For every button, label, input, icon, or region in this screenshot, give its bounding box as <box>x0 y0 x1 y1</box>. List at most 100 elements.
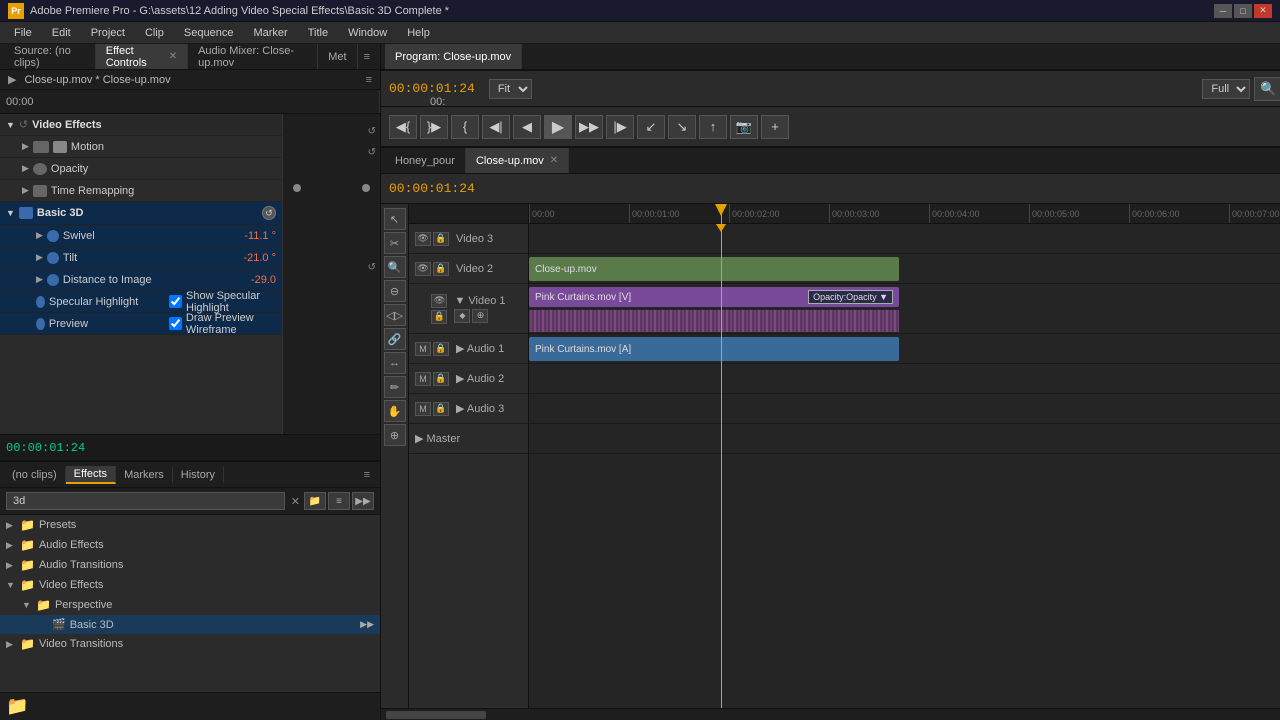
tab-metadata[interactable]: Met <box>318 44 357 69</box>
menu-clip[interactable]: Clip <box>135 25 174 41</box>
search-clear-button[interactable]: ✕ <box>291 495 300 508</box>
tab-history[interactable]: History <box>173 467 224 483</box>
tab-no-clips[interactable]: (no clips) <box>4 467 66 483</box>
clip-closeup-video[interactable]: Close-up.mov <box>529 257 899 281</box>
close-button[interactable]: ✕ <box>1254 4 1272 18</box>
tool-zoom-out[interactable]: ⊖ <box>384 280 406 302</box>
search-input[interactable] <box>6 492 285 510</box>
draw-preview-checkbox[interactable] <box>169 317 182 330</box>
camera-button[interactable]: 📷 <box>730 115 758 139</box>
video-effects-section[interactable]: ▼ ↺ Video Effects <box>0 114 282 136</box>
tree-item-basic3d[interactable]: 🎬 Basic 3D ▶▶ <box>0 615 380 634</box>
tool-pen[interactable]: ✏ <box>384 376 406 398</box>
motion-row[interactable]: ▶ Motion <box>0 136 282 158</box>
add-marker-button[interactable]: + <box>761 115 789 139</box>
set-in-button[interactable]: { <box>451 115 479 139</box>
menu-marker[interactable]: Marker <box>243 25 297 41</box>
clip-header-menu[interactable]: ≡ <box>366 74 372 86</box>
zoom-icon[interactable]: 🔍 <box>1254 77 1280 101</box>
tool-expand[interactable]: ⊕ <box>384 424 406 446</box>
v3-lock-btn[interactable]: 🔒 <box>433 232 449 246</box>
tree-item-video-effects[interactable]: ▼ 📁 Video Effects <box>0 575 380 595</box>
new-folder-icon[interactable]: 📁 <box>6 696 28 717</box>
tab-effect-controls[interactable]: Effect Controls ✕ <box>96 44 188 69</box>
ve-reset-btn[interactable]: ↺ <box>368 126 376 137</box>
basic3d-kf-reset[interactable]: ↺ <box>368 262 376 273</box>
go-to-out-button[interactable]: |▶ <box>606 115 634 139</box>
mark-in-button[interactable]: ◀{ <box>389 115 417 139</box>
lift-button[interactable]: ↑ <box>699 115 727 139</box>
tool-hand[interactable]: ✋ <box>384 400 406 422</box>
menu-file[interactable]: File <box>4 25 42 41</box>
distance-row[interactable]: ▶ Distance to Image -29.0 <box>0 269 282 291</box>
tool-ripple[interactable]: ◁▷ <box>384 304 406 326</box>
tab-closeup[interactable]: Close-up.mov ✕ <box>466 148 569 173</box>
tab-effects[interactable]: Effects <box>66 466 116 484</box>
timeline-scrollbar-thumb[interactable] <box>386 711 486 719</box>
a2-mute-btn[interactable]: M <box>415 372 431 386</box>
quality-dropdown[interactable]: Full <box>1202 79 1250 99</box>
a3-mute-btn[interactable]: M <box>415 402 431 416</box>
tab-source[interactable]: Source: (no clips) <box>4 44 96 69</box>
minimize-button[interactable]: ─ <box>1214 4 1232 18</box>
v3-eye-btn[interactable]: 👁 <box>415 232 431 246</box>
maximize-button[interactable]: □ <box>1234 4 1252 18</box>
v1-extra-btn[interactable]: ⊕ <box>472 309 488 323</box>
a2-lock-btn[interactable]: 🔒 <box>433 372 449 386</box>
v2-lock-btn[interactable]: 🔒 <box>433 262 449 276</box>
tab-program[interactable]: Program: Close-up.mov <box>385 44 522 69</box>
menu-window[interactable]: Window <box>338 25 397 41</box>
tab-markers-browser[interactable]: Markers <box>116 467 173 483</box>
clip-pink-curtains-video[interactable]: Pink Curtains.mov [V] Opacity:Opacity ▼ <box>529 287 899 307</box>
tool-slip[interactable]: ↔ <box>384 352 406 374</box>
menu-help[interactable]: Help <box>397 25 440 41</box>
tree-item-video-transitions[interactable]: ▶ 📁 Video Transitions <box>0 634 380 654</box>
v2-eye-btn[interactable]: 👁 <box>415 262 431 276</box>
tool-selection[interactable]: ↖ <box>384 208 406 230</box>
menu-sequence[interactable]: Sequence <box>174 25 244 41</box>
tilt-row[interactable]: ▶ Tilt -21.0 ° <box>0 247 282 269</box>
tree-item-audio-transitions[interactable]: ▶ 📁 Audio Transitions <box>0 555 380 575</box>
v1-eye-btn[interactable]: 👁 <box>431 294 447 308</box>
time-remapping-row[interactable]: ▶ Time Remapping <box>0 180 282 202</box>
insert-button[interactable]: ↙ <box>637 115 665 139</box>
tool-razor[interactable]: ✂ <box>384 232 406 254</box>
step-forward-button[interactable]: ▶▶ <box>575 115 603 139</box>
tracks-content[interactable]: 00:00 00:00:01:00 00:00:02:00 00:00:03:0… <box>529 204 1280 708</box>
go-to-in-button[interactable]: ◀| <box>482 115 510 139</box>
tree-item-audio-effects[interactable]: ▶ 📁 Audio Effects <box>0 535 380 555</box>
show-specular-checkbox[interactable] <box>169 295 182 308</box>
step-back-button[interactable]: ◀ <box>513 115 541 139</box>
effects-panel-menu[interactable]: ≡ <box>358 467 376 483</box>
menu-project[interactable]: Project <box>81 25 135 41</box>
tree-item-perspective[interactable]: ▼ 📁 Perspective <box>0 595 380 615</box>
menu-title[interactable]: Title <box>298 25 338 41</box>
v1-keyframe-btn[interactable]: ◆ <box>454 309 470 323</box>
view-list-button[interactable]: ≡ <box>328 492 350 510</box>
mark-out-button[interactable]: }▶ <box>420 115 448 139</box>
basic3d-reset[interactable]: ↺ <box>262 206 276 220</box>
a1-mute-btn[interactable]: M <box>415 342 431 356</box>
clip-pink-curtains-audio[interactable]: Pink Curtains.mov [A] <box>529 337 899 361</box>
panel-menu-button[interactable]: ≡ <box>358 49 376 65</box>
opacity-reset-btn[interactable]: ↺ <box>368 147 376 158</box>
tab-effect-controls-close[interactable]: ✕ <box>169 51 177 62</box>
tree-item-presets[interactable]: ▶ 📁 Presets <box>0 515 380 535</box>
tab-audio-mixer[interactable]: Audio Mixer: Close-up.mov <box>188 44 318 69</box>
opacity-badge[interactable]: Opacity:Opacity ▼ <box>808 290 893 304</box>
menu-edit[interactable]: Edit <box>42 25 81 41</box>
tool-zoom-in[interactable]: 🔍 <box>384 256 406 278</box>
a3-lock-btn[interactable]: 🔒 <box>433 402 449 416</box>
timeline-tab-close[interactable]: ✕ <box>550 155 558 166</box>
v1-lock-btn[interactable]: 🔒 <box>431 310 447 324</box>
expand-arrow[interactable]: ▶ <box>8 73 16 86</box>
timeline-horizontal-scrollbar[interactable] <box>381 708 1280 720</box>
a1-lock-btn[interactable]: 🔒 <box>433 342 449 356</box>
overwrite-button[interactable]: ↘ <box>668 115 696 139</box>
opacity-row[interactable]: ▶ Opacity <box>0 158 282 180</box>
new-bin-button[interactable]: 📁 <box>304 492 326 510</box>
swivel-row[interactable]: ▶ Swivel -11.1 ° <box>0 225 282 247</box>
tool-link[interactable]: 🔗 <box>384 328 406 350</box>
tab-honey-pour[interactable]: Honey_pour <box>385 148 466 173</box>
basic3d-header[interactable]: ▼ Basic 3D ↺ <box>0 202 282 225</box>
